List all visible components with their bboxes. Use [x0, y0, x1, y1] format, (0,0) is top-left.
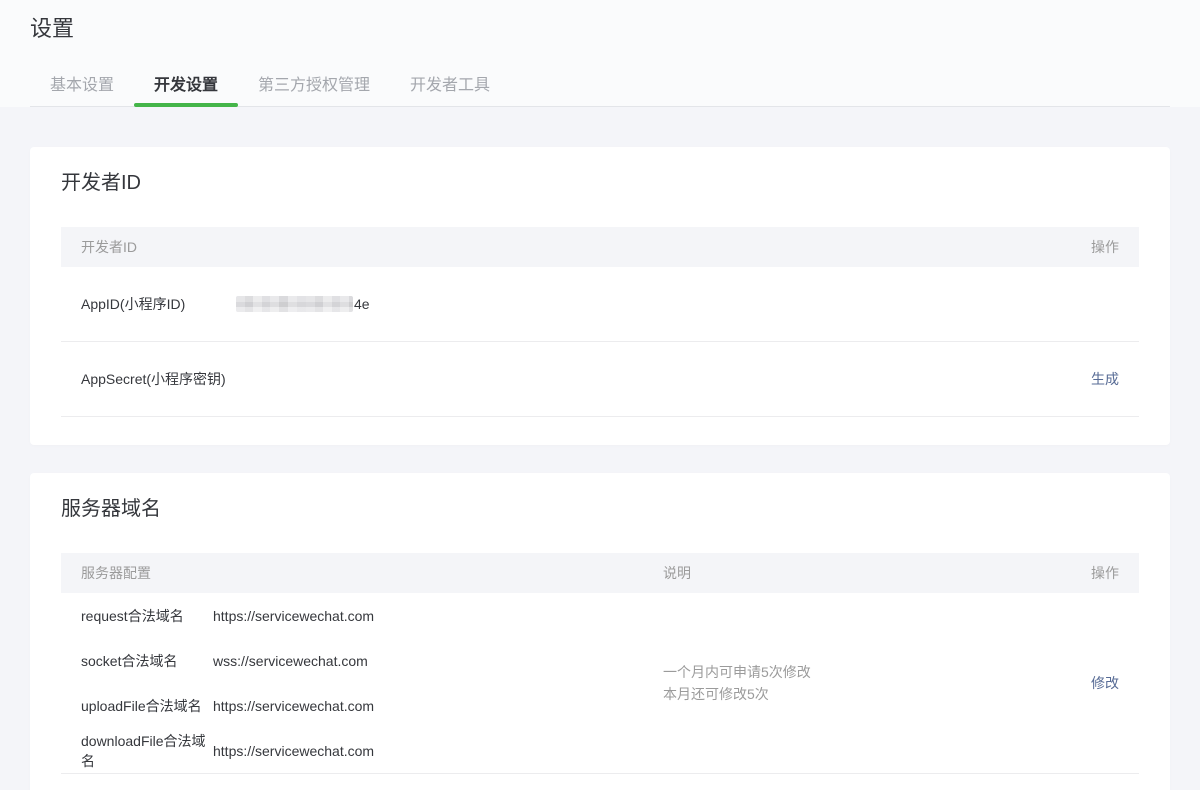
tab-third-party-auth[interactable]: 第三方授权管理: [238, 66, 390, 106]
socket-domain-label: socket合法域名: [81, 651, 213, 671]
modify-domains-link[interactable]: 修改: [1091, 673, 1119, 693]
tab-basic-settings[interactable]: 基本设置: [30, 66, 134, 106]
server-domain-card-title: 服务器域名: [61, 473, 1139, 520]
appsecret-label: AppSecret(小程序密钥): [81, 369, 236, 389]
column-header-action: 操作: [1091, 237, 1119, 257]
developer-id-table-header: 开发者ID 操作: [61, 227, 1139, 267]
tab-bar: 基本设置 开发设置 第三方授权管理 开发者工具: [30, 66, 1170, 107]
server-domain-table-header: 服务器配置 说明 操作: [61, 553, 1139, 593]
socket-domain-value: wss://servicewechat.com: [213, 653, 368, 669]
page-title: 设置: [30, 14, 1170, 44]
page-header: 设置 基本设置 开发设置 第三方授权管理 开发者工具: [0, 0, 1200, 107]
table-row-appsecret: AppSecret(小程序密钥) 生成: [61, 342, 1139, 417]
generate-secret-link[interactable]: 生成: [1091, 369, 1119, 389]
appid-label: AppID(小程序ID): [81, 294, 236, 314]
table-row-socket-domain: socket合法域名 wss://servicewechat.com: [81, 638, 663, 683]
settings-page: 设置 基本设置 开发设置 第三方授权管理 开发者工具 开发者ID 开发者ID 操…: [0, 0, 1200, 790]
column-header-action: 操作: [1091, 563, 1119, 583]
appid-value: 4e: [236, 296, 1119, 312]
settings-content: 开发者ID 开发者ID 操作 AppID(小程序ID) 4e AppSecret…: [0, 107, 1200, 790]
modify-quota-note: 一个月内可申请5次修改 本月还可修改5次: [663, 661, 1091, 705]
column-header-description: 说明: [663, 563, 691, 583]
server-domain-card: 服务器域名 服务器配置 说明 操作 request合法域名 https://se…: [30, 473, 1170, 790]
downloadfile-domain-value: https://servicewechat.com: [213, 743, 374, 759]
table-row-uploadfile-domain: uploadFile合法域名 https://servicewechat.com: [81, 683, 663, 728]
column-header-developer-id: 开发者ID: [81, 237, 137, 257]
modify-quota-note-line2: 本月还可修改5次: [663, 683, 1091, 705]
developer-id-card: 开发者ID 开发者ID 操作 AppID(小程序ID) 4e AppSecret…: [30, 147, 1170, 445]
table-row-request-domain: request合法域名 https://servicewechat.com: [81, 593, 663, 638]
domain-rows: request合法域名 https://servicewechat.com so…: [81, 593, 663, 773]
request-domain-label: request合法域名: [81, 606, 213, 626]
modify-quota-note-line1: 一个月内可申请5次修改: [663, 661, 1091, 683]
column-header-server-config: 服务器配置: [81, 563, 663, 583]
table-row-downloadfile-domain: downloadFile合法域名 https://servicewechat.c…: [81, 728, 663, 773]
table-row-appid: AppID(小程序ID) 4e: [61, 267, 1139, 342]
appid-value-suffix: 4e: [354, 296, 370, 312]
tab-development-settings[interactable]: 开发设置: [134, 66, 238, 106]
request-domain-value: https://servicewechat.com: [213, 608, 374, 624]
tab-developer-tools[interactable]: 开发者工具: [390, 66, 510, 106]
uploadfile-domain-label: uploadFile合法域名: [81, 696, 213, 716]
appid-masked-value: [236, 296, 353, 312]
uploadfile-domain-value: https://servicewechat.com: [213, 698, 374, 714]
domain-config-group: request合法域名 https://servicewechat.com so…: [61, 593, 1139, 774]
downloadfile-domain-label: downloadFile合法域名: [81, 731, 213, 771]
developer-id-card-title: 开发者ID: [61, 147, 1139, 194]
